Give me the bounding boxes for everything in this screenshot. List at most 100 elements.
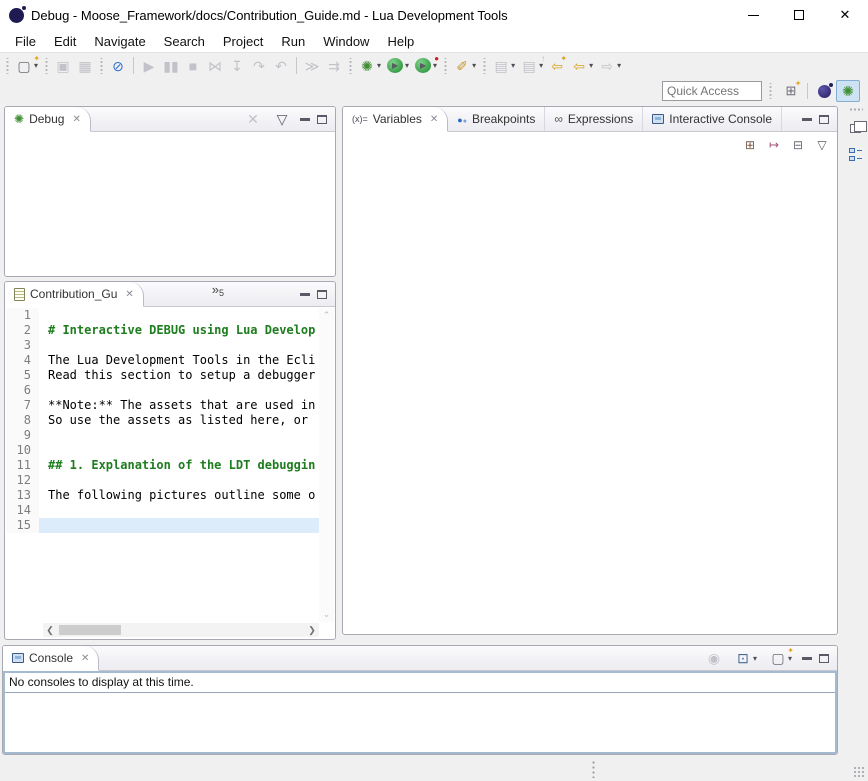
- restore-views-icon[interactable]: [850, 124, 861, 133]
- variables-content[interactable]: [343, 158, 837, 634]
- code-line[interactable]: 1: [6, 308, 334, 323]
- forward-icon[interactable]: ⇨▾: [597, 57, 623, 75]
- chevron-down-icon[interactable]: ▾: [405, 61, 409, 70]
- line-text[interactable]: [39, 308, 319, 323]
- code-line[interactable]: 5Read this section to setup a debugger: [6, 368, 334, 383]
- scroll-left-icon[interactable]: ❮: [43, 625, 57, 636]
- code-line[interactable]: 10: [6, 443, 334, 458]
- menu-window[interactable]: Window: [314, 32, 378, 51]
- step-into-icon[interactable]: ↧: [227, 57, 247, 75]
- scrollbar-thumb[interactable]: [59, 625, 121, 635]
- code-editor[interactable]: 12# Interactive DEBUG using Lua Develop3…: [6, 308, 334, 622]
- line-number[interactable]: 4: [6, 353, 39, 368]
- menu-project[interactable]: Project: [214, 32, 272, 51]
- new-lua-file-icon[interactable]: ▤▾: [491, 57, 517, 75]
- tab-variables[interactable]: (x)= Variables ✕: [343, 107, 448, 132]
- show-logical-structures-icon[interactable]: ↦: [764, 136, 784, 154]
- minimize-view-icon[interactable]: [300, 292, 310, 296]
- statusbar-drag-handle[interactable]: [592, 760, 595, 778]
- scroll-right-icon[interactable]: ❯: [305, 625, 319, 636]
- toolbar-grip[interactable]: [482, 58, 487, 74]
- maximize-view-icon[interactable]: [819, 115, 829, 124]
- line-text[interactable]: The Lua Development Tools in the Ecli: [39, 353, 319, 368]
- line-number[interactable]: 12: [6, 473, 39, 488]
- open-element-icon[interactable]: ▤↑▾: [519, 57, 545, 75]
- toolbar-grip[interactable]: [348, 58, 353, 74]
- open-perspective-button[interactable]: ⊞✦: [779, 80, 803, 102]
- collapse-all-icon[interactable]: ⊟: [788, 136, 808, 154]
- menu-run[interactable]: Run: [272, 32, 314, 51]
- close-icon[interactable]: ✕: [125, 289, 133, 300]
- line-text[interactable]: [39, 443, 319, 458]
- scroll-down-icon[interactable]: ⌄: [323, 609, 331, 620]
- line-text[interactable]: [39, 503, 319, 518]
- debug-icon[interactable]: ✺▾: [357, 57, 383, 75]
- line-text[interactable]: Read this section to setup a debugger: [39, 368, 319, 383]
- scroll-up-icon[interactable]: ⌃: [323, 310, 331, 321]
- line-number[interactable]: 3: [6, 338, 39, 353]
- menu-help[interactable]: Help: [378, 32, 423, 51]
- code-line[interactable]: 2# Interactive DEBUG using Lua Develop: [6, 323, 334, 338]
- close-window-button[interactable]: ✕: [822, 0, 868, 30]
- chevron-down-icon[interactable]: ▾: [472, 61, 476, 70]
- debug-view-content[interactable]: [5, 132, 335, 276]
- tab-interactive-console[interactable]: Interactive Console: [643, 107, 782, 131]
- last-edit-location-icon[interactable]: ⇦✦: [547, 57, 567, 75]
- outline-view-icon[interactable]: [849, 148, 863, 162]
- line-text[interactable]: [39, 428, 319, 443]
- chevron-down-icon[interactable]: ▾: [377, 61, 381, 70]
- display-selected-console-icon[interactable]: ⊡▾: [733, 649, 759, 667]
- code-line[interactable]: 9: [6, 428, 334, 443]
- maximize-view-icon[interactable]: [819, 654, 829, 663]
- run-last-icon[interactable]: ▶●▾: [413, 57, 439, 74]
- tab-contribution-guide[interactable]: Contribution_Gu ✕: [5, 282, 144, 307]
- line-number[interactable]: 8: [6, 413, 39, 428]
- code-line[interactable]: 3: [6, 338, 334, 353]
- line-number[interactable]: 14: [6, 503, 39, 518]
- tab-console[interactable]: Console ✕: [3, 646, 99, 671]
- maximize-view-icon[interactable]: [317, 115, 327, 124]
- chevron-down-icon[interactable]: ▾: [511, 61, 515, 70]
- code-line[interactable]: 7**Note:** The assets that are used in: [6, 398, 334, 413]
- terminate-icon[interactable]: ■: [183, 57, 203, 75]
- toolbar-grip[interactable]: [44, 58, 49, 74]
- minimize-view-icon[interactable]: [802, 117, 812, 121]
- code-line[interactable]: 12: [6, 473, 334, 488]
- line-number[interactable]: 1: [6, 308, 39, 323]
- code-line[interactable]: 4The Lua Development Tools in the Ecli: [6, 353, 334, 368]
- code-line[interactable]: 6: [6, 383, 334, 398]
- console-content[interactable]: No consoles to display at this time.: [3, 671, 837, 754]
- show-type-names-icon[interactable]: ⊞: [740, 136, 760, 154]
- tab-debug[interactable]: ✺ Debug ✕: [5, 107, 91, 132]
- line-number[interactable]: 10: [6, 443, 39, 458]
- debug-perspective-button[interactable]: ✺: [836, 80, 860, 102]
- line-number[interactable]: 11: [6, 458, 39, 473]
- line-text[interactable]: The following pictures outline some o: [39, 488, 319, 503]
- line-text[interactable]: ## 1. Explanation of the LDT debuggin: [39, 458, 319, 473]
- menu-search[interactable]: Search: [155, 32, 214, 51]
- tab-breakpoints[interactable]: ●● Breakpoints: [448, 107, 545, 131]
- maximize-window-button[interactable]: [776, 0, 822, 30]
- line-number[interactable]: 6: [6, 383, 39, 398]
- menu-file[interactable]: File: [6, 32, 45, 51]
- line-number[interactable]: 5: [6, 368, 39, 383]
- quick-access-input[interactable]: [662, 81, 762, 101]
- use-step-filters-icon[interactable]: ≫: [302, 57, 322, 75]
- disconnect-icon[interactable]: ⋈: [205, 57, 225, 75]
- step-over-icon[interactable]: ↷: [249, 57, 269, 75]
- chevron-down-icon[interactable]: ▾: [589, 61, 593, 70]
- view-menu-icon[interactable]: ▽: [812, 136, 832, 154]
- code-line[interactable]: 15: [6, 518, 334, 533]
- save-all-icon[interactable]: ▦: [75, 57, 95, 75]
- run-icon[interactable]: ▶▾: [385, 57, 411, 74]
- code-line[interactable]: 14: [6, 503, 334, 518]
- line-number[interactable]: 9: [6, 428, 39, 443]
- line-text[interactable]: So use the assets as listed here, or: [39, 413, 319, 428]
- chevron-down-icon[interactable]: ▾: [753, 654, 757, 663]
- code-line[interactable]: 8So use the assets as listed here, or: [6, 413, 334, 428]
- line-number[interactable]: 2: [6, 323, 39, 338]
- line-text[interactable]: **Note:** The assets that are used in: [39, 398, 319, 413]
- line-text[interactable]: [39, 518, 319, 533]
- close-icon[interactable]: ✕: [72, 114, 80, 125]
- pin-console-icon[interactable]: ◉: [704, 649, 724, 667]
